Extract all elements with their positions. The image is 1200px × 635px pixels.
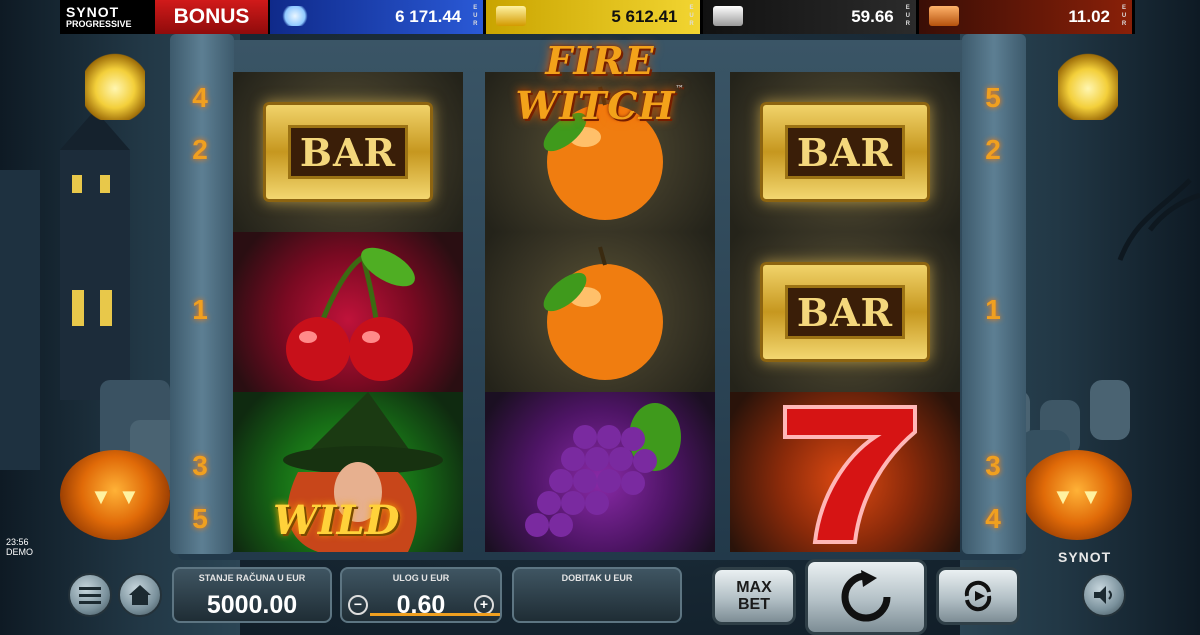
symbol-bar: BAR xyxy=(730,232,960,392)
payline-left-2[interactable]: 2 xyxy=(185,134,215,166)
pumpkin-face-icon: ▼ ▼ xyxy=(1052,484,1102,509)
currency-vertical: EUR xyxy=(905,5,910,27)
payline-left-4[interactable]: 3 xyxy=(185,450,215,482)
grapes-icon xyxy=(525,403,681,537)
right-lantern xyxy=(1058,50,1118,120)
reel-3: BAR BAR xyxy=(730,72,960,552)
bar-label: BAR xyxy=(785,125,905,179)
hamburger-menu-icon xyxy=(79,587,101,604)
bet-panel: ULOG U EUR − 0.60 + xyxy=(340,567,502,623)
balance-panel: STANJE RAČUNA U EUR 5000.00 xyxy=(172,567,332,623)
symbol-orange xyxy=(485,232,715,392)
symbol-wild-witch: WILD xyxy=(233,392,463,552)
currency-vertical: EUR xyxy=(689,5,694,27)
game-title: FIRE WITCH™ xyxy=(470,38,730,128)
symbol-cherry xyxy=(233,232,463,392)
brand-subtitle: PROGRESSIVE xyxy=(66,18,132,29)
bar-plaque: BAR xyxy=(760,262,930,362)
reel-1: BAR WILD xyxy=(233,72,463,552)
jackpot-diamond-value: 6 171.44 xyxy=(395,7,462,26)
win-panel: DOBITAK U EUR xyxy=(512,567,682,623)
max-bet-line2: BET xyxy=(738,596,770,613)
game-title-text: FIRE WITCH xyxy=(515,38,676,128)
autoplay-button[interactable] xyxy=(936,567,1020,625)
increase-bet-button[interactable]: + xyxy=(474,595,494,615)
bronze-bar-icon xyxy=(928,6,959,26)
bar-label: BAR xyxy=(288,125,408,179)
brand-name: SYNOT xyxy=(66,3,120,20)
jackpot-bronze: 11.02 EUR xyxy=(918,0,1135,34)
home-button[interactable] xyxy=(118,573,162,617)
payline-left-3[interactable]: 1 xyxy=(185,294,215,326)
jackpot-gold: 5 612.41 EUR xyxy=(486,0,703,34)
balance-value: 5000.00 xyxy=(206,591,298,619)
pumpkin-face-icon: ▼ ▼ xyxy=(90,484,140,509)
sound-button[interactable] xyxy=(1082,573,1126,617)
orange-icon xyxy=(543,246,663,380)
max-bet-line1: MAX xyxy=(736,579,772,596)
symbol-bar: BAR xyxy=(233,72,463,232)
menu-button[interactable] xyxy=(68,573,112,617)
lucky-seven-icon xyxy=(783,405,917,544)
left-jack-o-lantern: ▼ ▼ xyxy=(60,450,170,540)
payline-right-1[interactable]: 5 xyxy=(978,82,1008,114)
speaker-icon xyxy=(1094,586,1112,604)
win-label: DOBITAK U EUR xyxy=(561,573,633,583)
gold-bar-icon xyxy=(496,6,527,26)
bonus-label: BONUS xyxy=(155,0,270,34)
payline-right-4[interactable]: 3 xyxy=(978,450,1008,482)
jackpot-gold-value: 5 612.41 xyxy=(611,7,678,26)
payline-right-5[interactable]: 4 xyxy=(978,503,1008,535)
balance-label: STANJE RAČUNA U EUR xyxy=(198,573,306,583)
symbol-bar: BAR xyxy=(730,72,960,232)
payline-left-5[interactable]: 5 xyxy=(185,503,215,535)
diamond-icon xyxy=(280,6,310,26)
currency-vertical: EUR xyxy=(473,5,478,27)
jackpot-silver: 59.66 EUR xyxy=(702,0,919,34)
max-bet-button[interactable]: MAX BET xyxy=(712,567,796,625)
status-clock: 23:56 DEMO xyxy=(6,537,33,557)
synot-progressive-logo: SYNOT PROGRESSIVE xyxy=(60,0,155,34)
payline-right-3[interactable]: 1 xyxy=(978,294,1008,326)
left-lantern xyxy=(85,50,145,120)
bar-label: BAR xyxy=(785,285,905,339)
home-icon xyxy=(129,585,151,605)
silver-bar-icon xyxy=(712,6,743,26)
wild-label: WILD xyxy=(273,497,400,544)
jackpot-diamond: 6 171.44 EUR xyxy=(270,0,487,34)
spin-arrow-icon xyxy=(841,570,891,622)
bet-underline xyxy=(370,613,500,616)
clock-time: 23:56 xyxy=(6,537,29,547)
reel-2 xyxy=(485,72,715,552)
game-scene: ▼ ▼ ▼ ▼ 4 2 1 3 5 5 2 1 3 4 BAR WILD BAR… xyxy=(0,0,1200,635)
symbol-seven xyxy=(730,392,960,552)
jackpot-bar: SYNOT PROGRESSIVE BONUS 6 171.44 EUR 5 6… xyxy=(60,0,1135,34)
right-jack-o-lantern: ▼ ▼ xyxy=(1022,450,1132,540)
spin-button[interactable] xyxy=(805,559,927,635)
mode-label: DEMO xyxy=(6,547,33,557)
bar-plaque: BAR xyxy=(263,102,433,202)
control-bar: STANJE RAČUNA U EUR 5000.00 ULOG U EUR −… xyxy=(60,557,1135,635)
bar-plaque: BAR xyxy=(760,102,930,202)
payline-right-2[interactable]: 2 xyxy=(978,134,1008,166)
currency-vertical: EUR xyxy=(1121,5,1127,27)
payline-left-1[interactable]: 4 xyxy=(185,82,215,114)
trademark-symbol: ™ xyxy=(675,83,685,93)
symbol-grapes xyxy=(485,392,715,552)
autoplay-icon xyxy=(964,580,992,612)
jackpot-bronze-value: 11.02 xyxy=(1068,7,1110,26)
cherry-icon xyxy=(286,247,415,381)
jackpot-silver-value: 59.66 xyxy=(851,7,894,26)
bet-label: ULOG U EUR xyxy=(392,573,450,583)
